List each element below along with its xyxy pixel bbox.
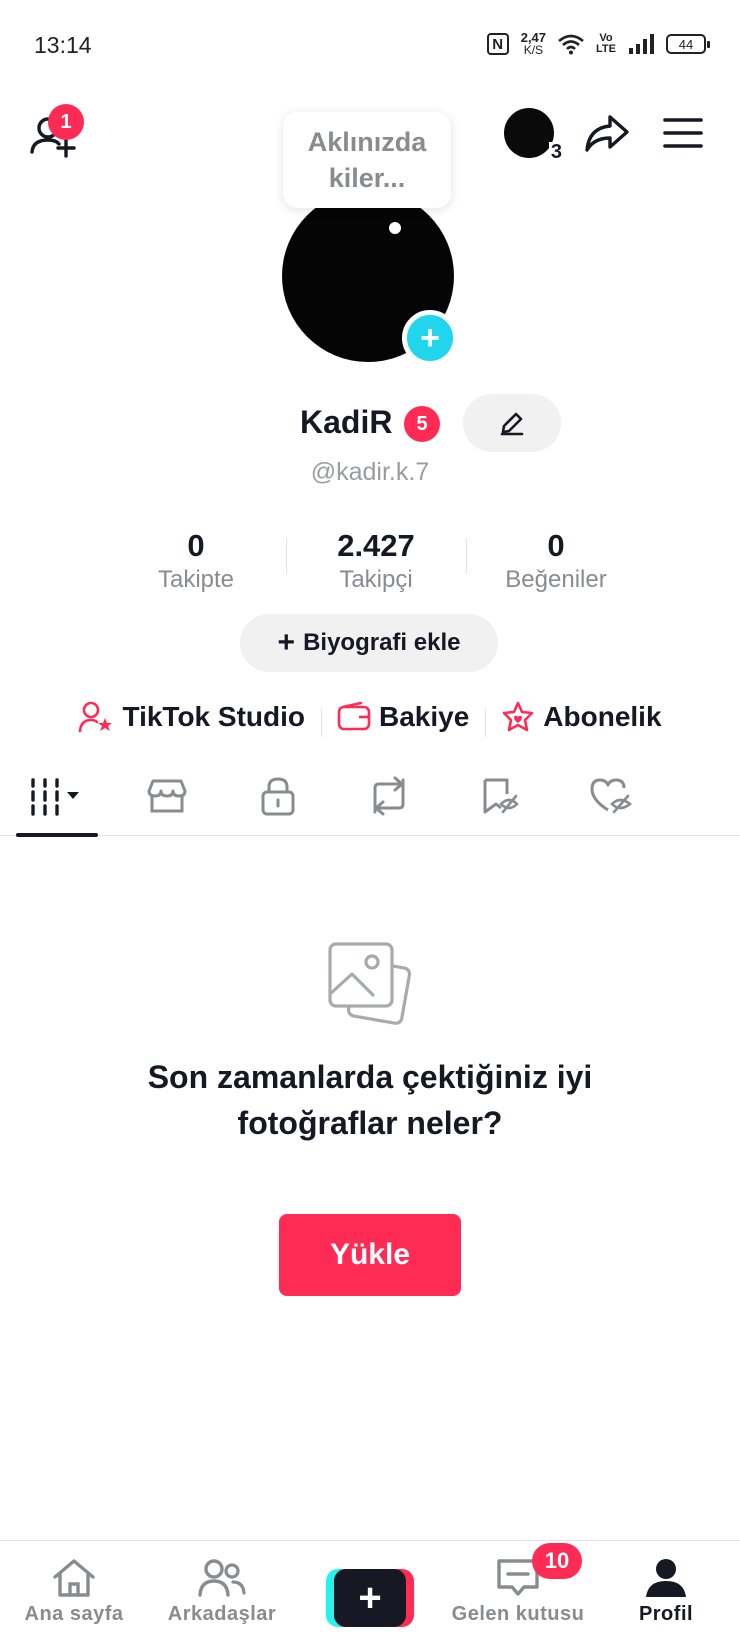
repost-icon [373,776,404,816]
nav-label: Arkadaşlar [167,1603,277,1625]
add-story-button[interactable]: + [402,310,458,366]
tab-favorites[interactable] [444,756,555,836]
bottom-nav: Ana sayfa Arkadaşlar + 10 Gelen kutusu P… [0,1540,740,1644]
lock-icon [261,777,294,816]
profile-username: @kadir.k.7 [310,458,430,486]
wallet-icon [337,702,371,731]
battery-icon: 44 [666,34,710,54]
upload-button[interactable]: Yükle [279,1214,461,1296]
network-speed: 2,47 K/S [521,31,546,57]
plus-icon: + [334,1569,406,1627]
friends-icon [198,1559,246,1597]
signal-icon [629,34,654,54]
stat-label: Takipte [157,566,235,593]
tab-liked[interactable] [555,756,666,836]
tool-label: Abonelik [543,701,662,732]
empty-state-title: Son zamanlarda çektiğiniz iyi fotoğrafla… [147,1059,593,1141]
status-time: 13:14 [34,32,92,58]
account-count: 3 [548,141,564,163]
user-star-icon [79,701,113,733]
heart-hidden-icon [590,778,632,814]
stat-likes[interactable]: 0 Beğeniler [466,528,646,600]
note-bubble-text: Aklınızda kiler... [307,127,427,193]
note-bubble[interactable]: Aklınızda kiler... [283,112,451,208]
content-tabs [0,756,740,837]
stat-value: 0 [547,528,565,563]
stat-value: 0 [187,528,205,563]
hamburger-menu-icon [663,118,703,148]
plus-icon: + [277,626,296,659]
edit-profile-button[interactable] [463,394,561,452]
profile-name: KadiR [300,404,393,440]
stat-label: Takipçi [339,566,413,593]
network-speed-unit: K/S [523,43,544,57]
tab-reposts[interactable] [333,756,444,836]
profile-icon [646,1559,686,1597]
add-friends-badge: 1 [48,104,84,140]
share-button[interactable] [584,110,630,156]
add-bio-label: Biyografi ekle [303,629,461,656]
menu-button[interactable] [660,110,706,156]
nav-friends[interactable]: Arkadaşlar [148,1541,296,1644]
status-bar: 13:14 N 2,47 K/S Vo LTE 44 [0,0,740,96]
shop-icon [147,779,186,813]
stat-value: 2.427 [337,528,415,563]
account-switcher[interactable]: 3 [504,108,564,162]
share-icon [585,115,629,152]
volte-indicator: Vo LTE [596,33,616,55]
photos-icon [328,942,412,1025]
top-actions: 3 [504,108,706,162]
name-badge: 5 [404,406,440,442]
status-icons: N 2,47 K/S Vo LTE 44 [486,31,710,57]
tiktok-studio-link[interactable]: TikTok Studio [62,700,321,734]
nfc-icon: N [486,33,509,55]
tab-videos[interactable] [0,756,111,837]
pencil-icon [500,412,524,436]
nav-profile[interactable]: Profil [592,1541,740,1644]
add-friends-button[interactable]: 1 [28,104,84,160]
wifi-icon [558,34,584,55]
create-button[interactable]: + [326,1569,414,1627]
nav-inbox[interactable]: 10 Gelen kutusu [444,1541,592,1644]
tab-private[interactable] [222,756,333,836]
name-row: KadiR 5 [0,394,740,454]
creator-tools: TikTok Studio Bakiye Abonelik [0,694,740,740]
tool-label: Bakiye [379,701,470,732]
volte-bottom: LTE [596,43,616,55]
add-bio-button[interactable]: + Biyografi ekle [240,614,498,672]
subscription-link[interactable]: Abonelik [485,701,677,737]
balance-link[interactable]: Bakiye [321,701,485,737]
nav-home[interactable]: Ana sayfa [0,1541,148,1644]
tab-shop[interactable] [111,756,222,836]
tool-label: TikTok Studio [122,701,305,732]
nav-label: Gelen kutusu [451,1603,585,1625]
grid-icon [30,778,79,816]
plus-icon: + [420,319,440,357]
inbox-badge: 10 [532,1543,582,1579]
note-bubble-tail [389,222,401,234]
stat-following[interactable]: 0 Takipte [106,528,286,600]
stat-followers[interactable]: 2.427 Takipçi [286,528,466,600]
star-heart-icon [502,701,534,732]
stat-label: Beğeniler [505,566,607,593]
profile-stats: 0 Takipte 2.427 Takipçi 0 Beğeniler [106,528,646,600]
home-icon [53,1559,95,1597]
nav-label: Ana sayfa [24,1603,124,1625]
bookmark-hidden-icon [483,778,519,814]
nav-label: Profil [638,1603,694,1625]
nav-create[interactable]: + [296,1541,444,1644]
